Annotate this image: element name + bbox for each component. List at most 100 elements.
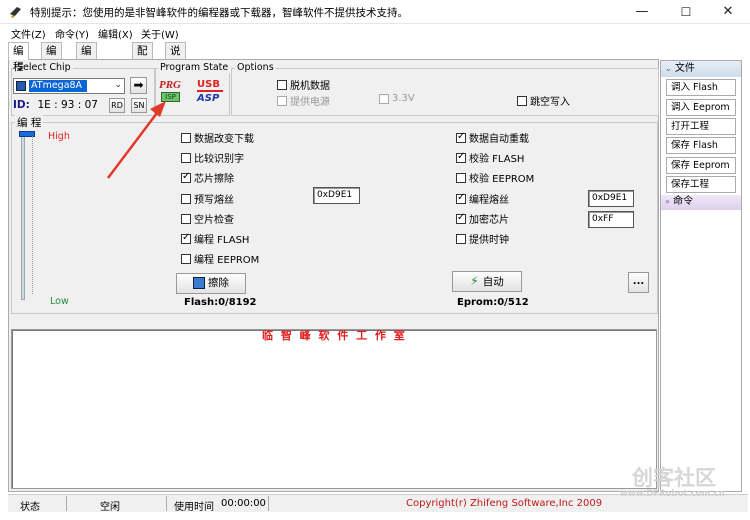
watermark-text: 创客社区 [632,466,716,490]
save-project-button[interactable]: 保存工程 [666,176,736,193]
elapsed-time: 00:00:00 [221,498,266,509]
option-checkbox[interactable] [181,232,191,244]
slider-ticks [32,136,36,294]
file-section-header[interactable]: ⌄ 文件 [661,61,741,77]
running-man-icon: ⚡ [470,274,479,288]
menu-bar: 文件(Z) 命令(Y) 编辑(X) 关于(W) [0,24,750,42]
left-option-1[interactable]: 比较识别字 [181,150,244,165]
close-button[interactable]: ✕ [708,0,748,24]
id-value: 1E : 93 : 07 [37,99,98,111]
option-checkbox[interactable] [456,212,466,224]
option-label: 数据改变下载 [194,134,254,145]
tab-edit[interactable]: 编 辑 [41,42,62,73]
erase-button[interactable]: 擦除 [176,273,246,294]
left-option-6[interactable]: 编程 EEPROM [181,251,259,266]
option-checkbox[interactable] [456,131,466,143]
right-option-1[interactable]: 校验 FLASH [456,150,524,165]
right-option-2[interactable]: 校验 EEPROM [456,170,534,185]
option-label: 空片检查 [194,215,234,226]
option-label: 芯片擦除 [194,174,234,185]
load-flash-button[interactable]: 调入 Flash [666,79,736,96]
v33-checkbox[interactable] [379,93,389,104]
eprom-info: Eprom:0/512 [457,297,529,308]
left-option-5[interactable]: 编程 FLASH [181,231,249,246]
minimize-button[interactable]: — [622,0,662,24]
usb-underline [197,90,223,92]
status-label: 状态 [20,502,40,513]
tab-help[interactable]: 说 明 [165,42,186,73]
left-option-2[interactable]: 芯片擦除 [181,170,234,185]
power-checkbox[interactable] [277,95,287,106]
option-label: 校验 FLASH [469,154,525,165]
maximize-button[interactable]: ☐ [666,0,706,24]
left-option-4[interactable]: 空片检查 [181,211,234,226]
prg-indicator: PRG [159,79,181,91]
save-eeprom-button[interactable]: 保存 Eeprom [666,157,736,174]
prefuse-value-field[interactable]: 0xD9E1 [313,187,360,204]
tab-config[interactable]: 配 置 [132,42,153,73]
right-option-5[interactable]: 提供时钟 [456,231,509,246]
option-label: 预写熔丝 [194,195,234,206]
v33-option[interactable]: 3.3V [379,93,415,105]
chevron-down-icon: ⌄ [114,80,122,90]
offline-data-option[interactable]: 脱机数据 [277,77,330,92]
log-area[interactable]: 临 智 峰 软 件 工 作 室 [11,329,657,489]
option-checkbox[interactable] [456,172,466,183]
chip-select[interactable]: ATmega8A ⌄ [13,78,125,94]
options-label: Options [235,62,276,73]
status-state: 空闲 [100,502,120,513]
option-checkbox[interactable] [181,193,191,204]
menu-about[interactable]: 关于(W) [141,26,179,41]
left-option-3[interactable]: 预写熔丝 [181,191,234,206]
go-button[interactable]: ➡ [130,77,147,94]
menu-file[interactable]: 文件(Z) [11,26,46,41]
right-option-0[interactable]: 数据自动重载 [456,130,529,145]
option-label: 比较识别字 [194,154,244,165]
flash-info: Flash:0/8192 [184,297,257,308]
option-label: 编程 FLASH [194,235,250,246]
expand-icon: » [665,197,670,206]
option-checkbox[interactable] [181,152,191,163]
load-eeprom-button[interactable]: 调入 Eeprom [666,99,736,116]
option-checkbox[interactable] [181,171,191,183]
high-label: High [48,131,70,142]
option-label: 校验 EEPROM [469,174,535,185]
option-checkbox[interactable] [456,151,466,163]
title-bar: 特别提示：您使用的是非智峰软件的编程器或下载器，智峰软件不提供技术支持。 — ☐… [0,0,750,24]
tab-program[interactable]: 编 程 [8,42,29,73]
option-label: 加密芯片 [469,215,509,226]
option-checkbox[interactable] [181,253,191,264]
asp-indicator: ASP [197,93,220,104]
menu-edit[interactable]: 编辑(X) [98,26,133,41]
app-icon [10,7,21,18]
skip-write-checkbox[interactable] [517,95,527,106]
erase-icon [193,277,205,289]
more-button[interactable]: ... [628,272,649,293]
right-option-3[interactable]: 编程熔丝 [456,191,509,206]
save-flash-button[interactable]: 保存 Flash [666,137,736,154]
command-section-header[interactable]: » 命令 [661,195,741,210]
chip-name: ATmega8A [29,80,87,92]
fuse-value-field[interactable]: 0xD9E1 [588,190,634,207]
option-checkbox[interactable] [181,132,191,143]
options-group [231,68,659,116]
lock-value-field[interactable]: 0xFF [588,211,634,228]
speed-slider-track[interactable] [21,132,25,300]
option-checkbox[interactable] [456,233,466,244]
right-option-4[interactable]: 加密芯片 [456,211,509,226]
left-option-0[interactable]: 数据改变下载 [181,130,254,145]
usb-indicator: USB [197,79,220,90]
program-group-label: 编 程 [15,115,44,130]
tab-tester[interactable]: 编程器测试 [76,42,97,121]
power-option[interactable]: 提供电源 [277,93,330,108]
offline-data-checkbox[interactable] [277,79,287,90]
skip-write-option[interactable]: 跳空写入 [517,93,570,108]
option-checkbox[interactable] [456,192,466,204]
option-label: 数据自动重载 [469,134,529,145]
option-checkbox[interactable] [181,213,191,224]
open-project-button[interactable]: 打开工程 [666,118,736,135]
right-panel: ⌄ 文件 调入 Flash 调入 Eeprom 打开工程 保存 Flash 保存… [660,60,742,492]
auto-button[interactable]: ⚡ 自动 [452,271,522,292]
menu-command[interactable]: 命令(Y) [55,26,89,41]
window-title: 特别提示：您使用的是非智峰软件的编程器或下载器，智峰软件不提供技术支持。 [30,7,408,19]
